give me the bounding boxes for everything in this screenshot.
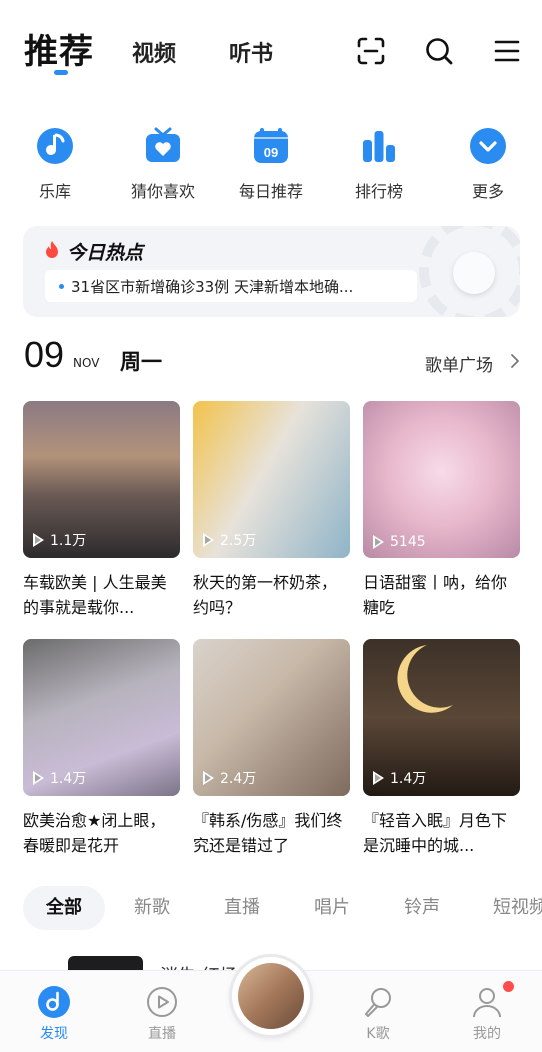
chevron-down-circle-icon [470, 128, 506, 164]
shortcut-row: 乐库 猜你喜欢 09 每日推荐 排行榜 更多 [0, 122, 542, 212]
hot-topics-knob [453, 252, 495, 294]
shortcut-guess-you-like[interactable]: 猜你喜欢 [113, 122, 213, 212]
playlist-cover[interactable]: 5145 [363, 401, 520, 558]
category-tab-ringtones[interactable]: 铃声 [404, 886, 440, 930]
category-tab-live[interactable]: 直播 [224, 886, 260, 930]
date-month: NOV [73, 356, 100, 370]
play-count: 1.4万 [33, 768, 86, 788]
playlist-cover[interactable]: 2.5万 [193, 401, 350, 558]
shortcut-label: 每日推荐 [238, 182, 303, 201]
shortcut-label: 乐库 [38, 182, 71, 201]
hot-topics-title: 今日热点 [67, 242, 144, 264]
play-count-text: 1.4万 [50, 771, 87, 787]
shortcut-charts[interactable]: 排行榜 [329, 122, 429, 212]
playlist-cover[interactable]: 2.4万 [193, 639, 350, 796]
microphone-icon [365, 988, 391, 1017]
play-icon [373, 771, 384, 785]
chevron-right-icon[interactable] [510, 353, 520, 369]
play-count: 5145 [373, 534, 426, 550]
play-count-text: 2.5万 [220, 533, 257, 549]
playlist-card[interactable]: 2.4万 『韩系/伤感』我们终究还是错过了 [193, 639, 350, 858]
nav-mine[interactable]: 我的 [447, 981, 527, 1049]
playlist-title[interactable]: 『韩系/伤感』我们终究还是错过了 [193, 808, 350, 858]
tab-recommend[interactable]: 推荐 [24, 24, 94, 73]
bullet-dot [59, 284, 64, 289]
bottom-nav: 发现 直播 K歌 我的 [0, 957, 542, 1052]
hot-news-text: 31省区市新增确诊33例 天津新增本地确... [71, 278, 354, 296]
user-icon [473, 988, 501, 1018]
moon-illustration [397, 645, 453, 713]
hot-topics-card[interactable]: 今日热点 31省区市新增确诊33例 天津新增本地确... [23, 226, 520, 317]
playlist-card[interactable]: 5145 日语甜蜜丨呐，给你糖吃 [363, 401, 520, 620]
playlist-card[interactable]: 1.4万 欧美治愈★闭上眼，春暖即是花开 [23, 639, 180, 858]
playlist-cover[interactable]: 1.4万 [23, 639, 180, 796]
hot-news-item[interactable]: 31省区市新增确诊33例 天津新增本地确... [45, 270, 417, 302]
search-icon[interactable] [424, 36, 454, 66]
playlist-card[interactable]: 1.1万 车载欧美 | 人生最美的事就是载你... [23, 401, 180, 620]
playlist-cover[interactable]: 1.1万 [23, 401, 180, 558]
menu-icon[interactable] [492, 36, 522, 66]
category-tabs: 全部 新歌 直播 唱片 铃声 短视频 [0, 886, 542, 932]
play-count: 2.4万 [203, 768, 256, 788]
scan-icon[interactable] [356, 36, 386, 66]
bar-chart-icon [363, 131, 395, 162]
play-icon [203, 533, 214, 547]
play-count-text: 5145 [390, 534, 426, 550]
nav-karaoke[interactable]: K歌 [338, 981, 418, 1049]
play-icon [33, 533, 44, 547]
playlist-cover[interactable]: 1.4万 [363, 639, 520, 796]
playlist-title[interactable]: 车载欧美 | 人生最美的事就是载你... [23, 570, 180, 620]
playlist-title[interactable]: 欧美治愈★闭上眼，春暖即是花开 [23, 808, 180, 858]
shortcut-more[interactable]: 更多 [438, 122, 538, 212]
top-header: 推荐 视频 听书 [0, 0, 542, 96]
radio-heart-icon [146, 127, 180, 162]
category-tab-all[interactable]: 全部 [23, 886, 105, 930]
calendar-icon: 09 [254, 128, 288, 163]
play-count-text: 2.4万 [220, 771, 257, 787]
date-weekday: 周一 [120, 350, 162, 374]
live-play-icon [147, 987, 177, 1017]
play-icon [33, 771, 44, 785]
now-playing-cover [238, 963, 304, 1029]
play-count: 2.5万 [203, 530, 256, 550]
play-icon [203, 771, 214, 785]
notification-dot [503, 981, 514, 992]
now-playing-disc[interactable] [232, 957, 310, 1035]
date-day: 09 [24, 334, 65, 375]
play-count-text: 1.4万 [390, 771, 427, 787]
play-icon [373, 535, 384, 549]
playlist-title[interactable]: 日语甜蜜丨呐，给你糖吃 [363, 570, 520, 620]
shortcut-daily-recommend[interactable]: 09 每日推荐 [221, 122, 321, 212]
discover-icon [38, 986, 70, 1018]
playlist-plaza-link[interactable]: 歌单广场 [425, 351, 493, 376]
shortcut-label: 更多 [471, 182, 504, 201]
play-count: 1.1万 [33, 530, 86, 550]
nav-discover[interactable]: 发现 [14, 981, 94, 1049]
nav-label: 直播 [148, 1026, 176, 1042]
playlist-card[interactable]: 1.4万 『轻音入眠』月色下是沉睡中的城... [363, 639, 520, 858]
tab-video[interactable]: 视频 [132, 36, 176, 68]
play-count: 1.4万 [373, 768, 426, 788]
shortcut-music-library[interactable]: 乐库 [5, 122, 105, 212]
category-tab-albums[interactable]: 唱片 [314, 886, 350, 930]
playlist-title[interactable]: 秋天的第一杯奶茶，约吗？ [193, 570, 350, 620]
shortcut-label: 排行榜 [354, 182, 403, 201]
tab-audiobook[interactable]: 听书 [229, 36, 273, 68]
nav-live[interactable]: 直播 [122, 981, 202, 1049]
music-note-icon [37, 128, 73, 164]
active-tab-indicator [54, 70, 68, 75]
date-row: 09 NOV 周一 歌单广场 [0, 334, 542, 380]
nav-label: K歌 [366, 1026, 390, 1042]
playlist-card[interactable]: 2.5万 秋天的第一杯奶茶，约吗？ [193, 401, 350, 620]
shortcut-label: 猜你喜欢 [130, 182, 195, 201]
fire-icon [46, 241, 58, 258]
nav-label: 我的 [473, 1026, 501, 1042]
nav-label: 发现 [40, 1026, 68, 1042]
category-tab-short-videos[interactable]: 短视频 [493, 886, 542, 930]
playlist-title[interactable]: 『轻音入眠』月色下是沉睡中的城... [363, 808, 520, 858]
play-count-text: 1.1万 [50, 533, 87, 549]
calendar-badge: 09 [264, 145, 278, 160]
category-tab-new-songs[interactable]: 新歌 [134, 886, 170, 930]
